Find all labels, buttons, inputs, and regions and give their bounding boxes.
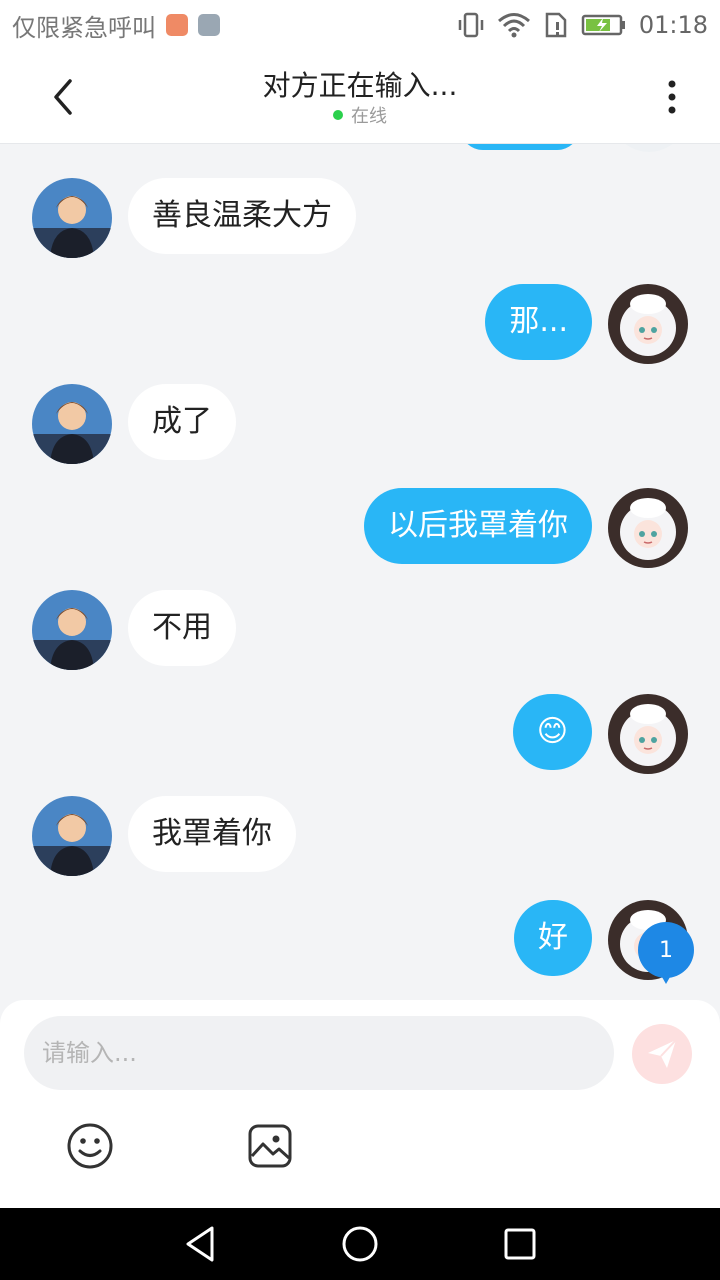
send-icon: [648, 1039, 677, 1068]
previous-avatar: [610, 144, 688, 152]
gallery-app-icon: [198, 14, 220, 36]
message-bubble[interactable]: 我罩着你: [128, 796, 296, 872]
battery-charging-icon: [581, 13, 627, 37]
message-bubble[interactable]: 那...: [485, 284, 592, 360]
more-options-button[interactable]: [652, 72, 692, 122]
girl-avatar[interactable]: [608, 488, 688, 568]
message-row: 好: [0, 900, 720, 980]
message-row: 不用: [0, 590, 720, 670]
image-button[interactable]: [246, 1122, 294, 1170]
message-row: 那...: [0, 284, 720, 364]
triangle-back-icon: [186, 1226, 214, 1262]
chat-header: 对方正在输入... 在线: [0, 50, 720, 144]
boy-avatar[interactable]: [32, 384, 112, 464]
status-right: 01:18: [457, 11, 708, 39]
nav-back-button[interactable]: [170, 1214, 230, 1274]
mail-app-icon: [166, 14, 188, 36]
boy-avatar[interactable]: [32, 796, 112, 876]
message-row: 😊: [0, 694, 720, 774]
status-bar: 仅限紧急呼叫 01:18: [0, 0, 720, 50]
vibrate-icon: [457, 12, 485, 38]
message-bubble[interactable]: 好: [514, 900, 592, 976]
status-left: 仅限紧急呼叫: [12, 8, 220, 43]
image-icon: [248, 1124, 292, 1168]
message-bubble[interactable]: 成了: [128, 384, 236, 460]
message-list[interactable]: 善良温柔大方 那... 成了 以后我罩着你 不用 😊 我罩着你 好: [0, 144, 720, 1000]
more-vertical-icon: [668, 80, 676, 114]
system-nav-bar: [0, 1208, 720, 1280]
message-bubble[interactable]: 不用: [128, 590, 236, 666]
wifi-icon: [497, 12, 531, 38]
composer-panel: [0, 1000, 720, 1208]
square-recents-icon: [504, 1228, 536, 1260]
girl-avatar[interactable]: [608, 284, 688, 364]
sim-icon: [543, 12, 569, 38]
unread-count: 1: [638, 922, 694, 978]
message-row: 善良温柔大方: [0, 178, 720, 258]
emoji-button[interactable]: [66, 1122, 114, 1170]
message-bubble[interactable]: 以后我罩着你: [364, 488, 592, 564]
message-row: 成了: [0, 384, 720, 464]
girl-avatar[interactable]: [608, 694, 688, 774]
nav-recents-button[interactable]: [490, 1214, 550, 1274]
message-input[interactable]: [24, 1016, 614, 1090]
page-title: 对方正在输入...: [262, 69, 458, 102]
clock: 01:18: [638, 11, 708, 39]
carrier-text: 仅限紧急呼叫: [12, 13, 156, 42]
message-row: 以后我罩着你: [0, 488, 720, 568]
online-dot: [333, 110, 343, 120]
circle-home-icon: [342, 1226, 378, 1262]
message-bubble[interactable]: 😊: [512, 694, 592, 770]
online-status: 在线: [0, 102, 720, 128]
unread-badge[interactable]: 1: [638, 922, 694, 984]
message-row: 我罩着你: [0, 796, 720, 876]
boy-avatar[interactable]: [32, 178, 112, 258]
boy-avatar[interactable]: [32, 590, 112, 670]
message-bubble[interactable]: 善良温柔大方: [128, 178, 356, 254]
emoji-icon: [67, 1123, 113, 1169]
nav-home-button[interactable]: [330, 1214, 390, 1274]
send-button[interactable]: [632, 1024, 692, 1084]
previous-message-bubble: [460, 144, 580, 150]
online-status-label: 在线: [351, 106, 387, 127]
